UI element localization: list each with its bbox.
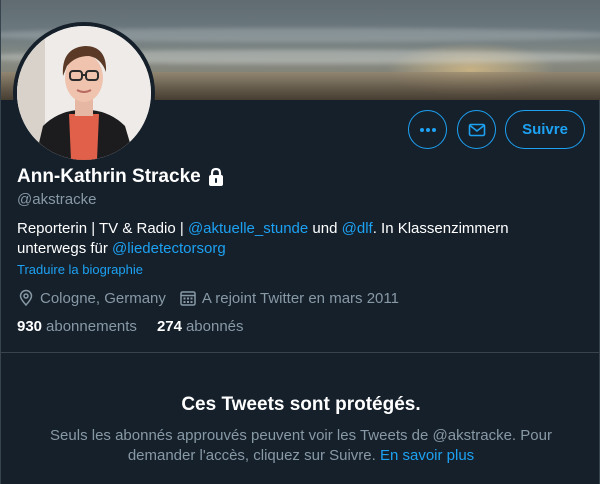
- mention-link[interactable]: @liedetectorsorg: [112, 240, 226, 257]
- protected-message: Seuls les abonnés approuvés peuvent voir…: [41, 426, 561, 466]
- location-text: Cologne, Germany: [40, 289, 166, 307]
- following-label: abonnements: [46, 318, 137, 335]
- message-button[interactable]: [457, 110, 496, 149]
- join-date: A rejoint Twitter en mars 2011: [179, 289, 399, 307]
- lock-icon: [208, 167, 223, 186]
- display-name: Ann-Kathrin Stracke: [17, 166, 201, 187]
- more-dots-icon: [419, 127, 436, 132]
- mention-link[interactable]: @aktuelle_stunde: [188, 220, 308, 237]
- bio-text: Reporterin | TV & Radio |: [17, 220, 188, 237]
- location: Cologne, Germany: [17, 289, 166, 307]
- location-pin-icon: [19, 289, 33, 307]
- profile-meta: Cologne, Germany A rejoint Twitter en ma…: [17, 289, 412, 307]
- followers-label: abonnés: [185, 318, 244, 335]
- bio: Reporterin | TV & Radio | @aktuelle_stun…: [17, 219, 577, 259]
- following-count: 930: [17, 318, 43, 335]
- bio-text: und: [308, 220, 342, 237]
- envelope-icon: [468, 123, 485, 136]
- learn-more-link[interactable]: En savoir plus: [380, 447, 474, 464]
- name-row: Ann-Kathrin Stracke: [17, 166, 225, 188]
- mention-link[interactable]: @dlf: [342, 220, 373, 237]
- follow-stats: 930 abonnements 274 abonnés: [17, 318, 264, 335]
- follow-button[interactable]: Suivre: [505, 110, 585, 149]
- more-button[interactable]: [408, 110, 447, 149]
- protected-title: Ces Tweets sont protégés.: [181, 394, 421, 415]
- translate-bio-link[interactable]: Traduire la biographie: [17, 262, 143, 277]
- avatar-photo: [17, 26, 151, 160]
- followers-link[interactable]: 274 abonnés: [157, 318, 244, 335]
- divider: [1, 352, 600, 353]
- handle: @akstracke: [17, 191, 97, 208]
- followers-count: 274: [156, 318, 182, 335]
- profile-page: Suivre Ann-Kathrin Stracke @akstracke Re…: [0, 0, 600, 484]
- protected-text: Seuls les abonnés approuvés peuvent voir…: [50, 427, 552, 464]
- avatar[interactable]: [13, 22, 155, 164]
- following-link[interactable]: 930 abonnements: [17, 318, 137, 335]
- join-date-text: A rejoint Twitter en mars 2011: [201, 289, 399, 307]
- calendar-icon: [180, 291, 196, 306]
